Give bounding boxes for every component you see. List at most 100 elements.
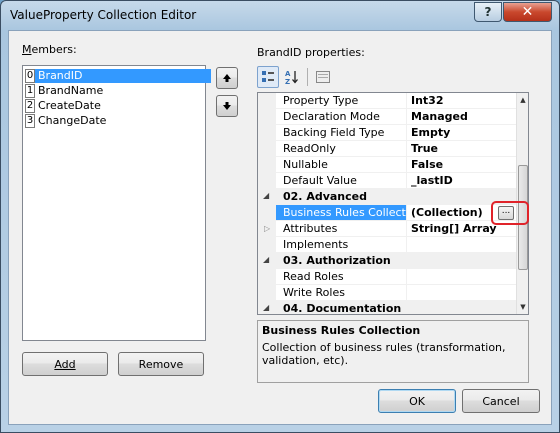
scroll-down-arrow[interactable]: ▼ xyxy=(517,300,528,314)
row-margin xyxy=(258,205,276,221)
member-name: ChangeDate xyxy=(38,113,107,127)
alphabetical-button[interactable]: A Z xyxy=(281,66,303,88)
property-name: Default Value xyxy=(276,173,407,189)
property-value[interactable] xyxy=(407,285,522,301)
property-pages-icon xyxy=(316,71,330,83)
row-margin xyxy=(258,93,276,109)
property-name: Nullable xyxy=(276,157,407,173)
collapse-icon[interactable]: ◢ xyxy=(263,191,269,200)
member-index: 1 xyxy=(25,83,35,98)
properties-label: BrandID properties: xyxy=(257,46,365,59)
row-margin xyxy=(258,269,276,285)
property-value[interactable]: True xyxy=(407,141,522,157)
property-pages-button[interactable] xyxy=(312,66,334,88)
alphabetical-icon: A Z xyxy=(285,70,298,85)
property-name: ReadOnly xyxy=(276,141,407,157)
members-label-mnemonic: M xyxy=(22,43,32,56)
ok-button[interactable]: OK xyxy=(378,389,456,413)
property-category[interactable]: ◢ 03. Authorization xyxy=(258,253,522,269)
members-label-rest: embers: xyxy=(31,43,77,56)
row-margin xyxy=(258,285,276,301)
members-label: Members: xyxy=(22,43,77,56)
collapse-icon[interactable]: ◢ xyxy=(263,303,269,312)
arrow-down-icon xyxy=(223,102,231,110)
property-grid-toolbar: A Z xyxy=(257,66,347,88)
property-name: Declaration Mode xyxy=(276,109,407,125)
property-row[interactable]: Write Roles xyxy=(258,285,522,301)
property-name: Write Roles xyxy=(276,285,407,301)
member-item[interactable]: 0 BrandID xyxy=(25,68,211,83)
scroll-up-arrow[interactable]: ▲ xyxy=(517,93,528,107)
category-label: 02. Advanced xyxy=(283,190,367,203)
property-row[interactable]: Default Value _lastID xyxy=(258,173,522,189)
property-name: Attributes xyxy=(276,221,407,237)
property-category[interactable]: ◢ 02. Advanced xyxy=(258,189,522,205)
cancel-button[interactable]: Cancel xyxy=(462,389,540,413)
member-name: CreateDate xyxy=(38,98,101,112)
property-name: Read Roles xyxy=(276,269,407,285)
property-value[interactable]: False xyxy=(407,157,522,173)
member-index: 0 xyxy=(25,68,35,83)
add-button-label: Add xyxy=(54,357,76,371)
remove-button[interactable]: Remove xyxy=(118,352,204,376)
ellipsis-highlight-ring xyxy=(491,201,529,225)
move-down-button[interactable] xyxy=(216,95,238,117)
property-row[interactable]: ReadOnly True xyxy=(258,141,522,157)
member-item[interactable]: 2 CreateDate xyxy=(25,98,211,113)
property-grid[interactable]: Property Type Int32 Declaration Mode Manage… xyxy=(257,92,529,315)
members-list[interactable]: 0 BrandID 1 BrandName 2 CreateDate 3 ChangeDate xyxy=(22,65,211,341)
row-margin xyxy=(258,157,276,173)
property-category[interactable]: ◢ 04. Documentation xyxy=(258,301,522,315)
row-margin xyxy=(258,173,276,189)
property-value[interactable]: Managed xyxy=(407,109,522,125)
row-margin: ▷ xyxy=(258,221,276,237)
description-title: Business Rules Collection xyxy=(262,324,421,337)
move-up-button[interactable] xyxy=(216,67,238,89)
row-margin xyxy=(258,141,276,157)
categorized-icon xyxy=(262,71,274,82)
property-row[interactable]: ▷ Attributes String[] Array xyxy=(258,221,522,237)
title-bar[interactable]: ValueProperty Collection Editor ? ✕ xyxy=(1,1,559,31)
property-row[interactable]: Business Rules Collection(Collection)... xyxy=(258,205,522,221)
toolbar-separator xyxy=(307,68,308,86)
collapse-icon[interactable]: ◢ xyxy=(263,255,269,264)
row-margin xyxy=(258,125,276,141)
member-name: BrandName xyxy=(38,83,104,97)
remove-button-label: Remove xyxy=(138,357,184,371)
property-name: Property Type xyxy=(276,93,407,109)
property-row[interactable]: Implements xyxy=(258,237,522,253)
member-item[interactable]: 1 BrandName xyxy=(25,83,211,98)
close-button[interactable]: ✕ xyxy=(503,2,552,22)
cancel-button-label: Cancel xyxy=(482,394,520,408)
property-row[interactable]: Property Type Int32 xyxy=(258,93,522,109)
description-panel: Business Rules Collection Collection of … xyxy=(257,320,529,383)
expand-icon[interactable]: ▷ xyxy=(264,224,270,233)
help-button[interactable]: ? xyxy=(474,2,502,22)
property-name: Backing Field Type xyxy=(276,125,407,141)
row-margin xyxy=(258,109,276,125)
member-name: BrandID xyxy=(35,68,211,83)
property-value[interactable] xyxy=(407,237,522,253)
add-button[interactable]: Add xyxy=(22,352,108,376)
svg-text:Z: Z xyxy=(285,78,290,85)
ok-button-label: OK xyxy=(409,394,425,408)
property-row[interactable]: Backing Field Type Empty xyxy=(258,125,522,141)
property-row[interactable]: Read Roles xyxy=(258,269,522,285)
property-value[interactable] xyxy=(407,269,522,285)
row-margin xyxy=(258,237,276,253)
property-value[interactable]: Empty xyxy=(407,125,522,141)
member-index: 2 xyxy=(25,98,35,113)
categorized-button[interactable] xyxy=(257,66,279,88)
member-item[interactable]: 3 ChangeDate xyxy=(25,113,211,128)
property-row[interactable]: Declaration Mode Managed xyxy=(258,109,522,125)
property-row[interactable]: Nullable False xyxy=(258,157,522,173)
category-label: 04. Documentation xyxy=(283,302,402,315)
member-index: 3 xyxy=(25,113,35,128)
property-value[interactable]: Int32 xyxy=(407,93,522,109)
category-label: 03. Authorization xyxy=(283,254,391,267)
property-value[interactable]: _lastID xyxy=(407,173,522,189)
property-name: Business Rules Collection xyxy=(276,205,407,221)
arrow-up-icon xyxy=(223,74,231,82)
property-name: Implements xyxy=(276,237,407,253)
window-title: ValueProperty Collection Editor xyxy=(10,8,197,22)
